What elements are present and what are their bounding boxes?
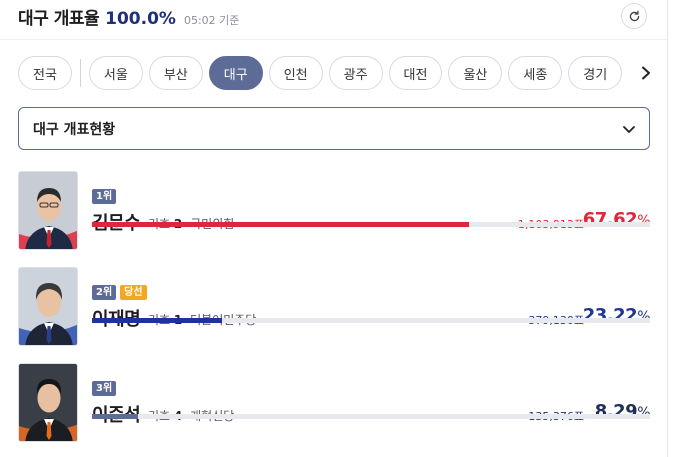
tab-sejong[interactable]: 세종 [508,56,563,90]
refresh-icon [629,10,639,21]
select-label: 대구 개표현황 [33,121,116,138]
chevron-right-icon [642,66,650,80]
rank-badge: 1위 [92,189,117,204]
rank-badge: 2위 [92,285,117,300]
candidate-photo [18,267,78,346]
tabs-next-button[interactable] [636,62,656,84]
update-time: 05:02 기준 [183,14,240,27]
header-divider [0,39,667,40]
elected-badge: 당선 [120,285,147,300]
vote-share-bar [92,414,650,419]
candidate-photo [18,171,78,250]
refresh-button[interactable] [621,3,647,29]
tab-seoul[interactable]: 서울 [88,56,143,90]
tab-gwangju[interactable]: 광주 [328,56,383,90]
count-header: 대구 개표율 100.0% 05:02 기준 [18,4,239,30]
tab-ulsan[interactable]: 울산 [448,56,503,90]
region-count-title: 대구 개표율 [18,9,100,29]
count-rate: 100.0% [105,9,176,29]
tab-incheon[interactable]: 인천 [268,56,323,90]
tab-separator [79,59,81,87]
region-tabs: 전국 서울 부산 대구 인천 광주 대전 울산 세종 경기 [18,55,628,91]
candidate-card-2[interactable]: 2위 당선 이재명 기호 1·더불어민주당 379,130표 23.22% [18,267,650,349]
tab-nationwide[interactable]: 전국 [18,56,72,90]
vote-share-bar [92,222,650,227]
tab-busan[interactable]: 부산 [148,56,203,90]
panel-right-border [667,0,668,457]
tab-daejeon[interactable]: 대전 [388,56,443,90]
tab-daegu[interactable]: 대구 [208,56,263,90]
rank-badge: 3위 [92,381,117,396]
region-status-select[interactable]: 대구 개표현황 [18,107,650,150]
chevron-down-icon [623,126,635,133]
candidate-card-1[interactable]: 1위 김문수 기호 2·국민의힘 1,103,913표 67.62% [18,171,650,253]
candidate-photo [18,363,78,442]
tab-gyeonggi[interactable]: 경기 [568,56,623,90]
vote-share-fill [92,414,139,419]
vote-share-fill [92,222,470,227]
vote-share-fill [92,318,222,323]
candidate-card-3[interactable]: 3위 이준석 기호 4·개혁신당 135,376표 8.29% [18,363,650,445]
vote-share-bar [92,318,650,323]
